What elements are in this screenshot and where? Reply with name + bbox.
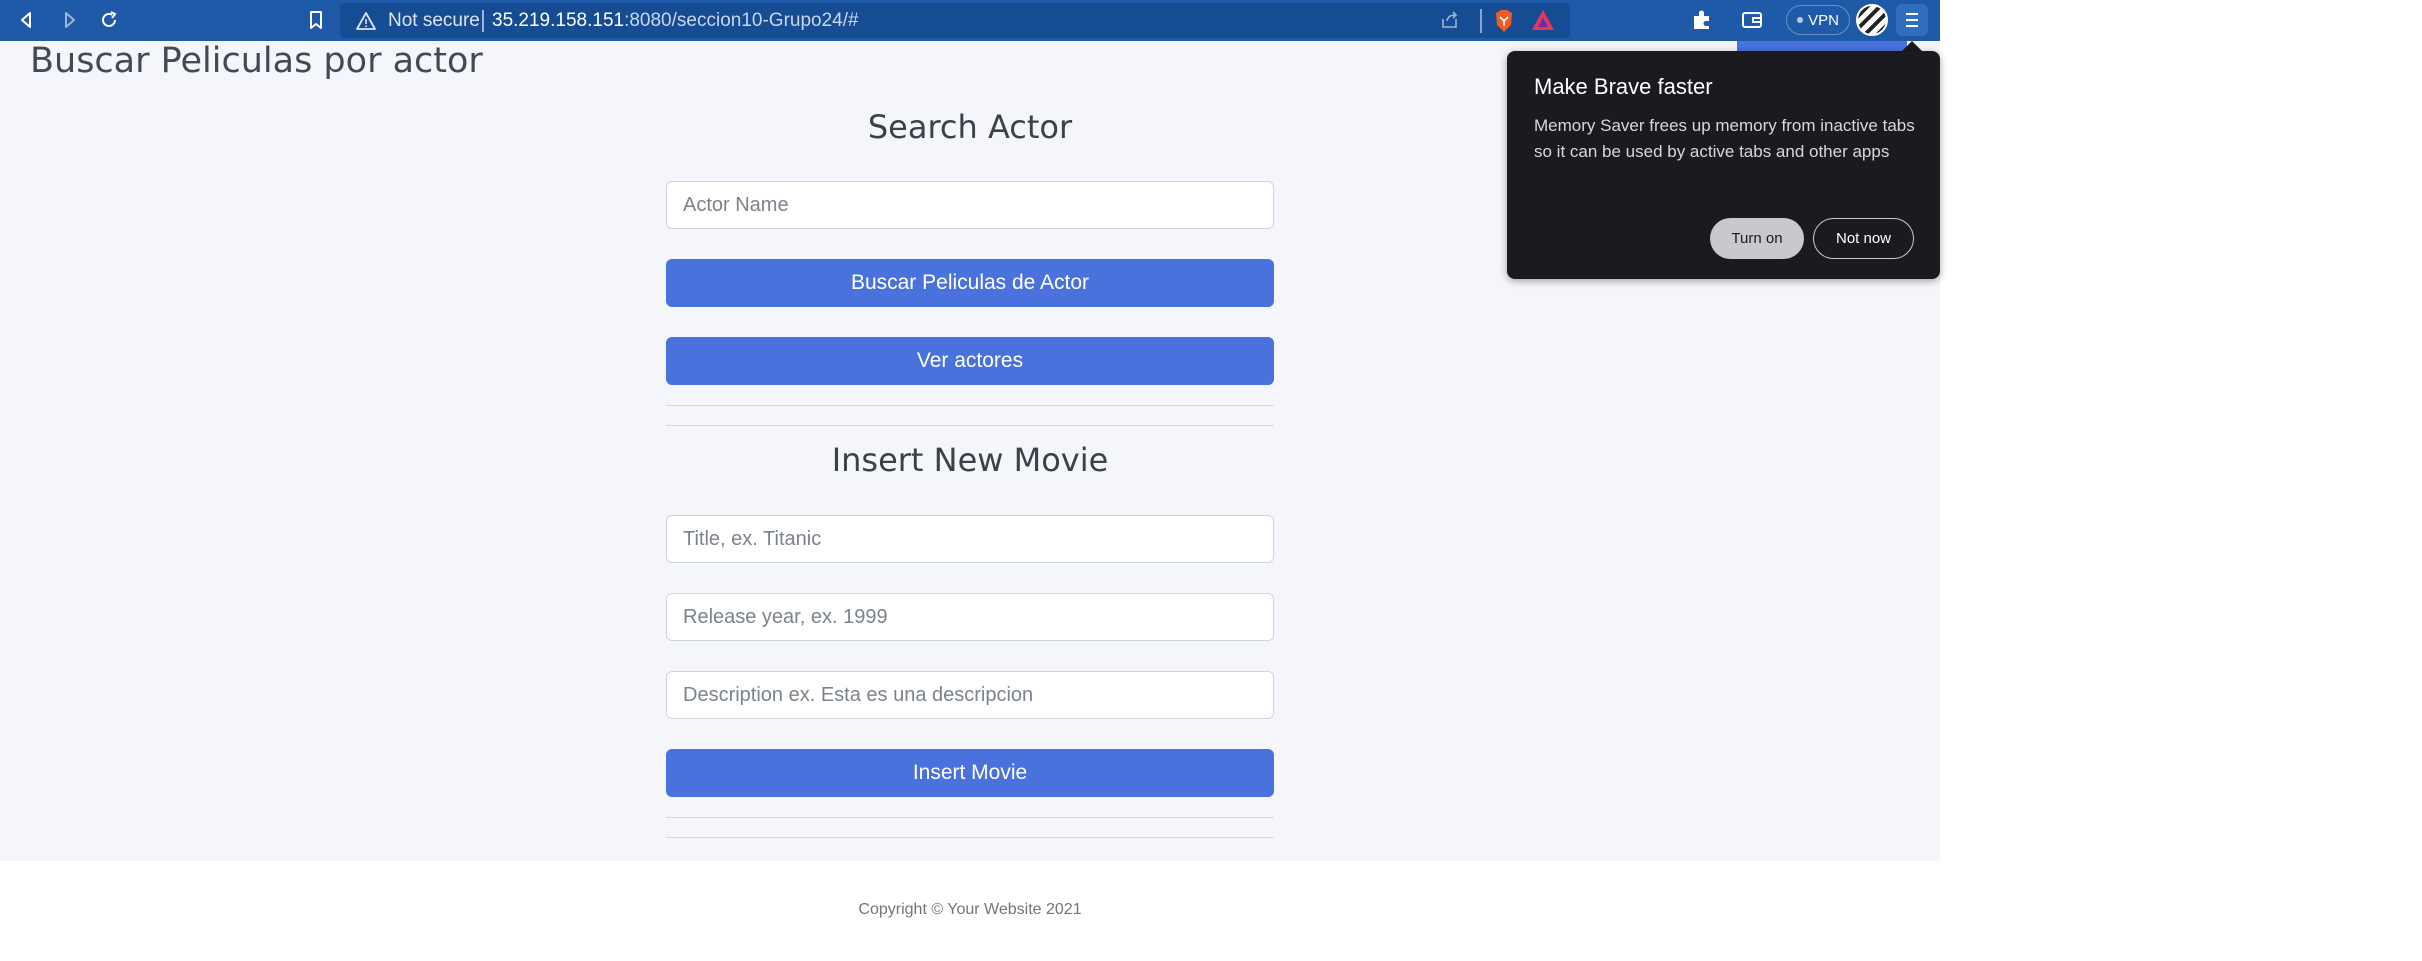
main-menu-button[interactable]: [1896, 4, 1928, 36]
reload-icon: [102, 11, 117, 27]
release-year-input[interactable]: [666, 593, 1274, 641]
popup-body: Memory Saver frees up memory from inacti…: [1534, 116, 1915, 161]
url-host: 35.219.158.151: [492, 10, 625, 31]
insert-movie-button[interactable]: Insert Movie: [666, 749, 1274, 797]
vpn-label: VPN: [1808, 11, 1839, 29]
actor-name-input[interactable]: [666, 181, 1274, 229]
bookmark-icon: [310, 11, 322, 29]
footer: Copyright © Your Website 2021: [0, 861, 1940, 961]
security-status[interactable]: Not secure: [388, 10, 480, 32]
header-button[interactable]: [1737, 41, 1907, 51]
search-actor-heading: Search Actor: [867, 108, 1073, 146]
extensions-icon[interactable]: [1690, 8, 1714, 32]
url-path: :8080/seccion10-Grupo24/#: [624, 10, 859, 31]
copyright-text: Copyright © Your Website 2021: [858, 901, 1082, 918]
browser-toolbar: Not secure 35.219.158.151:8080/seccion10…: [0, 0, 1940, 41]
browser-window: Not secure 35.219.158.151:8080/seccion10…: [0, 0, 2422, 961]
forward-button[interactable]: [54, 5, 84, 35]
warning-icon: [356, 12, 376, 30]
divider: [666, 405, 1274, 406]
memory-saver-popup: Make Brave faster Memory Saver frees up …: [1507, 51, 1940, 279]
view-actors-button[interactable]: Ver actores: [666, 337, 1274, 385]
search-movies-button[interactable]: Buscar Peliculas de Actor: [666, 259, 1274, 307]
url-separator: [482, 10, 484, 32]
back-icon: [21, 12, 31, 28]
bookmark-button[interactable]: [301, 5, 331, 35]
url-text[interactable]: 35.219.158.151:8080/seccion10-Grupo24/#: [492, 10, 859, 32]
profile-avatar[interactable]: [1856, 4, 1888, 36]
brave-shields-icon[interactable]: [1493, 9, 1515, 33]
not-now-button[interactable]: Not now: [1813, 218, 1914, 259]
description-input[interactable]: [666, 671, 1274, 719]
menu-icon: [1906, 13, 1918, 15]
toolbar-divider: [1480, 9, 1482, 33]
insert-movie-heading: Insert New Movie: [831, 441, 1109, 479]
address-bar[interactable]: Not secure 35.219.158.151:8080/seccion10…: [340, 3, 1570, 38]
divider: [666, 817, 1274, 818]
movie-title-input[interactable]: [666, 515, 1274, 563]
forward-icon: [65, 12, 75, 28]
share-icon[interactable]: [1440, 10, 1460, 30]
turn-on-button[interactable]: Turn on: [1710, 218, 1804, 259]
vpn-status-dot: [1797, 17, 1804, 23]
wallet-icon[interactable]: [1740, 8, 1764, 32]
vpn-button[interactable]: VPN: [1786, 5, 1850, 35]
popup-title: Make Brave faster: [1534, 74, 1713, 99]
back-button[interactable]: [12, 5, 42, 35]
page-title: Buscar Peliculas por actor: [30, 41, 483, 81]
divider: [666, 837, 1274, 838]
reload-button[interactable]: [94, 5, 124, 35]
divider: [666, 425, 1274, 426]
brave-rewards-icon[interactable]: [1531, 9, 1555, 31]
